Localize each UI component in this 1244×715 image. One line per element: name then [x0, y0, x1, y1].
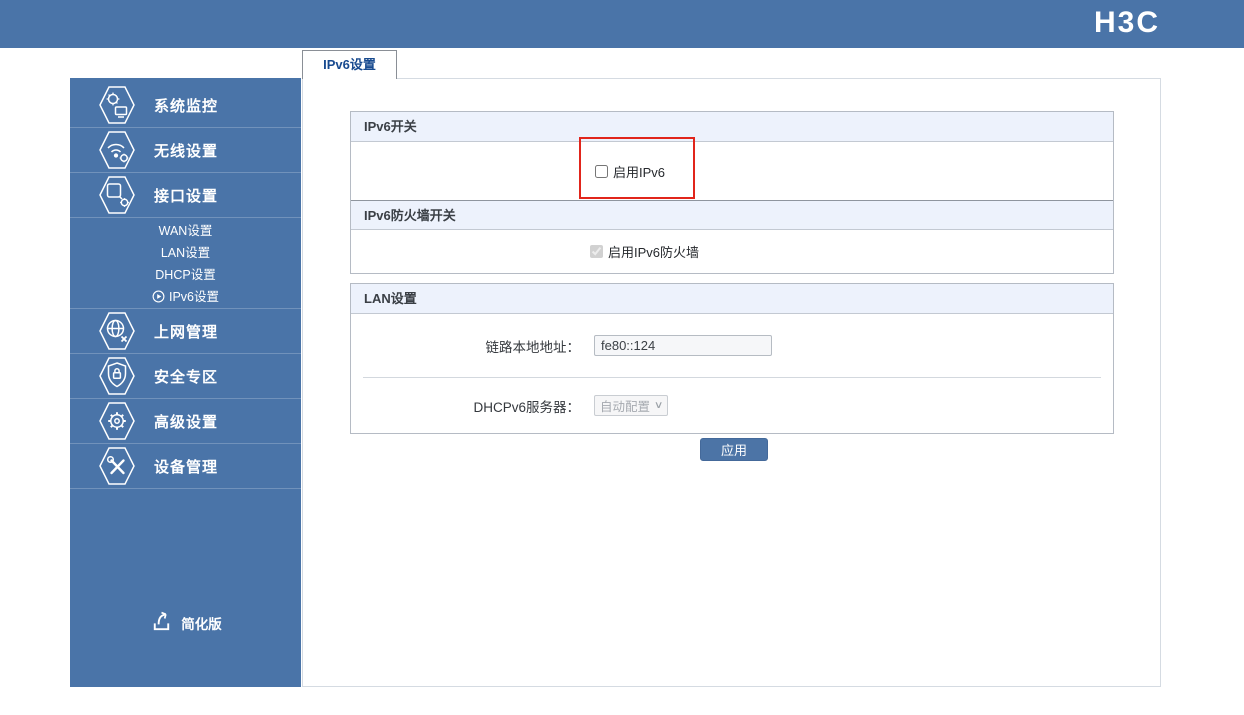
- section-header-lan-settings: LAN设置: [351, 284, 1113, 314]
- page: H3C IPv6设置 系统监控 无线设置 接口设置 WAN设置 LAN设置 DH…: [0, 0, 1244, 715]
- sidebar-subitem-ipv6[interactable]: IPv6设置: [70, 286, 301, 308]
- sidebar-item-label: 无线设置: [154, 142, 219, 160]
- sidebar-simplified-link[interactable]: 简化版: [70, 600, 301, 645]
- advanced-settings-icon: [98, 400, 136, 442]
- top-header-bar: H3C: [0, 0, 1244, 48]
- section-header-ipv6-switch: IPv6开关: [351, 112, 1113, 142]
- tab-ipv6-settings[interactable]: IPv6设置: [302, 50, 397, 79]
- apply-button[interactable]: 应用: [700, 438, 768, 461]
- dhcpv6-selected-value: 自动配置: [600, 400, 651, 414]
- subitem-label: DHCP设置: [155, 268, 216, 282]
- device-management-icon: [98, 445, 136, 487]
- chevron-down-icon: ∨: [653, 400, 664, 411]
- security-zone-icon: [98, 355, 136, 397]
- lan-settings-box: LAN设置 链路本地地址： DHCPv6服务器： 自动配置 ∨: [350, 283, 1114, 434]
- sidebar-subitem-lan[interactable]: LAN设置: [70, 242, 301, 264]
- link-local-address-input[interactable]: [594, 335, 772, 356]
- sidebar-subitem-wan[interactable]: WAN设置: [70, 220, 301, 242]
- sidebar-subitem-dhcp[interactable]: DHCP设置: [70, 264, 301, 286]
- sidebar-item-label: 安全专区: [154, 368, 219, 386]
- sidebar-nav: 系统监控 无线设置 接口设置 WAN设置 LAN设置 DHCP设置 IPv6设置…: [70, 78, 301, 687]
- sidebar-item-label: 系统监控: [154, 97, 219, 115]
- sidebar-item-device-management[interactable]: 设备管理: [70, 444, 301, 489]
- ipv6-firewall-row: 启用IPv6防火墙: [351, 230, 1113, 273]
- sidebar-item-system-monitor[interactable]: 系统监控: [70, 83, 301, 128]
- sidebar-item-security-zone[interactable]: 安全专区: [70, 354, 301, 399]
- sidebar-item-interface-settings[interactable]: 接口设置: [70, 173, 301, 218]
- exit-arrow-icon: [149, 609, 174, 637]
- enable-ipv6-checkbox[interactable]: [595, 164, 608, 178]
- enable-ipv6-firewall-label: 启用IPv6防火墙: [608, 245, 700, 260]
- dhcpv6-server-select[interactable]: 自动配置 ∨: [594, 395, 668, 416]
- link-local-address-label: 链路本地地址：: [485, 339, 581, 355]
- enable-ipv6-checkbox-wrap[interactable]: 启用IPv6: [595, 162, 665, 181]
- selected-play-icon: [152, 288, 165, 310]
- main-content-panel: IPv6开关 启用IPv6 IPv6防火墙开关 启用IPv6防火墙 LAN设置 …: [302, 78, 1161, 687]
- section-header-ipv6-firewall: IPv6防火墙开关: [351, 200, 1113, 230]
- wireless-settings-icon: [98, 129, 136, 171]
- h3c-logo: H3C: [1093, 6, 1160, 39]
- sidebar-item-label: 设备管理: [154, 458, 219, 476]
- subitem-label: IPv6设置: [168, 290, 219, 304]
- dhcpv6-server-row: DHCPv6服务器： 自动配置 ∨: [351, 378, 1113, 433]
- ipv6-enable-row: 启用IPv6: [351, 142, 1113, 200]
- dhcpv6-server-label: DHCPv6服务器：: [473, 399, 580, 415]
- enable-ipv6-firewall-checkbox: [590, 245, 603, 258]
- ipv6-switch-box: IPv6开关 启用IPv6 IPv6防火墙开关 启用IPv6防火墙: [350, 111, 1114, 274]
- subitem-label: WAN设置: [158, 224, 213, 238]
- subitem-label: LAN设置: [160, 246, 211, 260]
- sidebar-submenu-interface: WAN设置 LAN设置 DHCP设置 IPv6设置: [70, 218, 301, 309]
- enable-ipv6-firewall-checkbox-wrap: 启用IPv6防火墙: [590, 242, 699, 261]
- sidebar-item-label: 上网管理: [154, 323, 219, 341]
- system-monitor-icon: [98, 84, 136, 126]
- simplified-label: 简化版: [181, 616, 222, 632]
- sidebar-item-wireless-settings[interactable]: 无线设置: [70, 128, 301, 173]
- interface-settings-icon: [98, 174, 136, 216]
- enable-ipv6-label: 启用IPv6: [613, 164, 666, 180]
- sidebar-item-label: 高级设置: [154, 413, 219, 431]
- link-local-address-row: 链路本地地址：: [351, 314, 1113, 377]
- internet-management-icon: [98, 310, 136, 352]
- sidebar-item-advanced-settings[interactable]: 高级设置: [70, 399, 301, 444]
- sidebar-item-internet-management[interactable]: 上网管理: [70, 309, 301, 354]
- sidebar-item-label: 接口设置: [154, 187, 219, 205]
